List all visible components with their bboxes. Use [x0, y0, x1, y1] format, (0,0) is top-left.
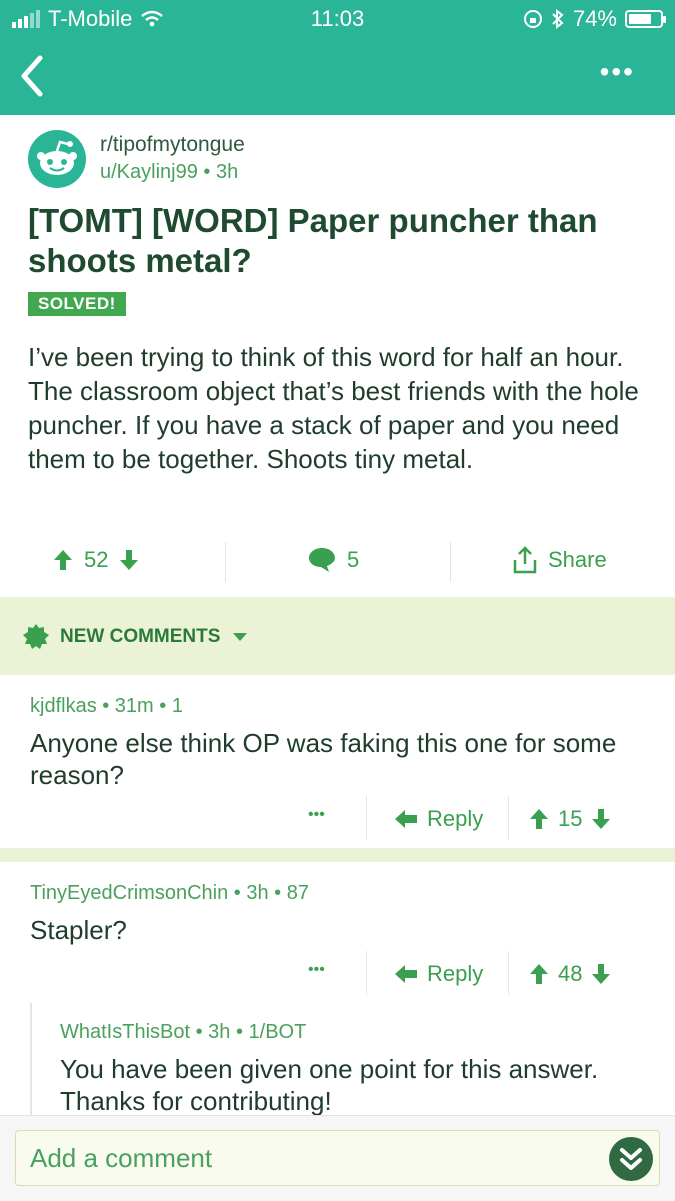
reply-button[interactable]: Reply [393, 806, 483, 832]
subreddit-name[interactable]: r/tipofmytongue [100, 133, 245, 157]
comment-meta[interactable]: kjdflkas • 31m • 1 [30, 695, 183, 718]
comment-actions: ••• Reply 15 [0, 796, 675, 840]
comment-text: Anyone else think OP was faking this one… [30, 728, 617, 790]
expand-button[interactable] [609, 1137, 653, 1181]
comment-icon [309, 548, 335, 572]
new-comments-label: NEW COMMENTS [60, 626, 221, 647]
vote-count: 52 [84, 547, 109, 572]
comment-meta[interactable]: WhatIsThisBot • 3h • 1/BOT [60, 1021, 306, 1044]
bluetooth-icon [552, 9, 564, 29]
battery-percent: 74% [572, 6, 617, 31]
reply-label: Reply [427, 806, 484, 831]
comment-composer: Add a comment [0, 1115, 675, 1201]
more-horizontal-icon[interactable]: ••• [600, 58, 635, 86]
comments-button[interactable]: 5 [307, 540, 359, 580]
share-icon [513, 546, 537, 574]
reply-arrow-icon [395, 810, 417, 828]
divider [366, 951, 367, 995]
divider [450, 542, 451, 582]
new-comments-banner[interactable]: NEW COMMENTS [0, 597, 675, 675]
divider [366, 796, 367, 840]
add-comment-placeholder: Add a comment [30, 1143, 213, 1173]
comment-text: You have been given one point for this a… [60, 1054, 599, 1116]
comment-separator [0, 848, 675, 862]
reply-arrow-icon [395, 965, 417, 983]
vote-count: 48 [558, 961, 583, 986]
downvote-icon[interactable] [590, 962, 612, 986]
comment-text: Stapler? [30, 915, 127, 945]
flair-badge: SOLVED! [28, 292, 126, 316]
comment-actions: ••• Reply 48 [0, 951, 675, 995]
comment-meta[interactable]: TinyEyedCrimsonChin • 3h • 87 [30, 882, 309, 905]
badge-icon [23, 624, 49, 649]
comment-vote-group: 48 [528, 961, 612, 987]
more-icon[interactable]: ••• [308, 806, 325, 824]
reply-label: Reply [427, 961, 484, 986]
upvote-icon[interactable] [528, 962, 550, 986]
more-icon[interactable]: ••• [308, 961, 325, 979]
divider [508, 796, 509, 840]
chevron-down-icon [233, 633, 248, 641]
share-button[interactable]: Share [512, 540, 607, 580]
double-chevron-down-icon [620, 1148, 642, 1170]
add-comment-input[interactable]: Add a comment [15, 1130, 660, 1186]
downvote-icon[interactable] [590, 807, 612, 831]
post-meta[interactable]: u/Kaylinj99 • 3h [100, 161, 238, 184]
rotation-lock-icon [523, 10, 542, 28]
subreddit-avatar[interactable] [28, 130, 86, 188]
share-label: Share [548, 547, 607, 572]
divider [225, 542, 226, 582]
post-body: I’ve been trying to think of this word f… [28, 342, 639, 474]
upvote-icon[interactable] [52, 548, 74, 572]
downvote-icon[interactable] [118, 548, 140, 572]
alien-icon [37, 140, 77, 175]
divider [508, 951, 509, 995]
thread-line [30, 1003, 32, 1116]
comment-count: 5 [347, 547, 360, 572]
comment-vote-group: 15 [528, 806, 612, 832]
battery-icon [625, 10, 666, 28]
post-title: [TOMT] [WORD] Paper puncher than shoots … [28, 202, 598, 279]
post-actions: 52 5 Share [0, 540, 675, 582]
vote-count: 15 [558, 806, 583, 831]
status-bar: T-Mobile 11:03 74% [0, 0, 675, 38]
reply-button[interactable]: Reply [393, 961, 483, 987]
app-header: T-Mobile 11:03 74% ••• [0, 0, 675, 115]
upvote-icon[interactable] [528, 807, 550, 831]
vote-group: 52 [52, 540, 140, 580]
chevron-left-icon[interactable] [16, 54, 52, 98]
